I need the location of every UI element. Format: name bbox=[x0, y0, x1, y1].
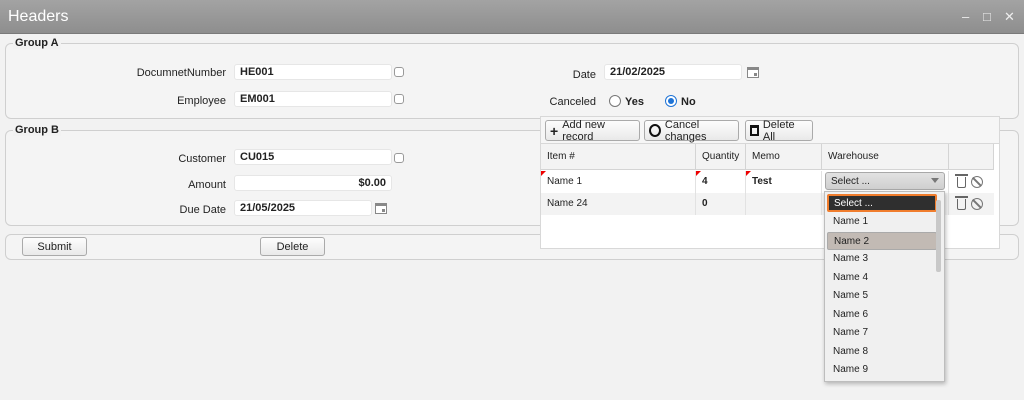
cell-quantity[interactable]: 0 bbox=[696, 193, 746, 215]
dropdown-option[interactable]: Name 3 bbox=[827, 250, 937, 268]
document-number-label: DocumnetNumber bbox=[136, 67, 226, 79]
dropdown-option[interactable]: Name 9 bbox=[827, 361, 937, 379]
cell-item[interactable]: Name 24 bbox=[541, 193, 696, 215]
customer-label: Customer bbox=[178, 153, 226, 165]
group-a-panel bbox=[5, 43, 1019, 119]
canceled-label: Canceled bbox=[549, 96, 596, 108]
dropdown-option[interactable]: Name 7 bbox=[827, 324, 937, 342]
document-number-input[interactable]: HE001 bbox=[234, 64, 392, 80]
row-delete-trash-icon[interactable] bbox=[955, 196, 968, 210]
customer-input[interactable]: CU015 bbox=[234, 149, 392, 165]
dropdown-option[interactable]: Name 4 bbox=[827, 269, 937, 287]
cancel-changes-label: Cancel changes bbox=[664, 118, 707, 143]
customer-checkbox-icon[interactable] bbox=[394, 153, 404, 163]
cell-memo[interactable] bbox=[746, 193, 822, 215]
dropdown-option[interactable]: Name 6 bbox=[827, 306, 937, 324]
dropdown-option[interactable]: Name 1 bbox=[827, 213, 937, 231]
cell-warehouse[interactable]: Select ... bbox=[822, 171, 949, 193]
canceled-no-radio[interactable] bbox=[665, 95, 677, 107]
delete-all-button[interactable]: Delete All bbox=[745, 118, 813, 143]
date-calendar-icon[interactable] bbox=[747, 67, 759, 78]
date-label: Date bbox=[572, 69, 596, 81]
row-delete-trash-icon[interactable] bbox=[955, 174, 968, 188]
maximize-icon[interactable]: □ bbox=[983, 10, 991, 23]
dropdown-option[interactable]: Select ... bbox=[827, 194, 937, 212]
grid-toolbar: + Add new record Cancel changes Delete A… bbox=[541, 117, 999, 144]
due-date-calendar-icon[interactable] bbox=[375, 203, 387, 214]
due-date-input[interactable]: 21/05/2025 bbox=[234, 200, 372, 216]
cell-item[interactable]: Name 1 bbox=[541, 171, 696, 193]
window-title: Headers bbox=[8, 8, 69, 25]
canceled-no-label: No bbox=[681, 96, 696, 108]
warehouse-dropdown-list[interactable]: Select ... Name 1 Name 2 Name 3 Name 4 N… bbox=[824, 191, 945, 382]
add-record-button[interactable]: + Add new record bbox=[545, 118, 640, 143]
document-number-checkbox-icon[interactable] bbox=[394, 67, 404, 77]
column-header-warehouse[interactable]: Warehouse bbox=[822, 144, 949, 170]
cell-quantity[interactable]: 4 bbox=[696, 171, 746, 193]
cell-memo[interactable]: Test bbox=[746, 171, 822, 193]
amount-label: Amount bbox=[188, 179, 226, 191]
column-header-memo[interactable]: Memo bbox=[746, 144, 822, 170]
trash-icon bbox=[750, 125, 759, 136]
dropdown-option[interactable]: Name 2 bbox=[827, 232, 937, 250]
table-row[interactable]: Name 1 4 Test Select ... bbox=[541, 171, 994, 193]
due-date-label: Due Date bbox=[179, 204, 226, 216]
employee-input[interactable]: EM001 bbox=[234, 91, 392, 107]
employee-checkbox-icon[interactable] bbox=[394, 94, 404, 104]
window-titlebar: Headers – □ ✕ bbox=[0, 0, 1024, 34]
close-icon[interactable]: ✕ bbox=[1004, 10, 1015, 23]
row-cancel-icon[interactable] bbox=[971, 198, 983, 210]
minimize-icon[interactable]: – bbox=[962, 10, 969, 23]
add-record-label: Add new record bbox=[562, 118, 605, 143]
submit-button[interactable]: Submit bbox=[22, 237, 87, 256]
column-header-item[interactable]: Item # bbox=[541, 144, 696, 170]
employee-label: Employee bbox=[177, 95, 226, 107]
dropdown-option[interactable]: Name 5 bbox=[827, 287, 937, 305]
amount-input[interactable]: $0.00 bbox=[234, 175, 392, 191]
warehouse-select-value: Select ... bbox=[831, 176, 870, 187]
column-header-quantity[interactable]: Quantity bbox=[696, 144, 746, 170]
plus-icon: + bbox=[550, 122, 559, 139]
canceled-yes-label: Yes bbox=[625, 96, 644, 108]
delete-all-label: Delete All bbox=[762, 118, 795, 143]
dropdown-option[interactable]: Name 8 bbox=[827, 343, 937, 361]
dropdown-scrollbar[interactable] bbox=[936, 200, 941, 272]
group-a-label: Group A bbox=[13, 37, 61, 49]
group-b-label: Group B bbox=[13, 124, 61, 136]
chevron-down-icon bbox=[931, 178, 939, 183]
row-cancel-icon[interactable] bbox=[971, 176, 983, 188]
cancel-changes-button[interactable]: Cancel changes bbox=[644, 118, 739, 143]
canceled-yes-radio[interactable] bbox=[609, 95, 621, 107]
cancel-icon bbox=[649, 124, 661, 137]
warehouse-select[interactable]: Select ... bbox=[825, 172, 945, 190]
date-input[interactable]: 21/02/2025 bbox=[604, 64, 742, 80]
delete-button[interactable]: Delete bbox=[260, 237, 325, 256]
column-header-commands bbox=[949, 144, 994, 170]
